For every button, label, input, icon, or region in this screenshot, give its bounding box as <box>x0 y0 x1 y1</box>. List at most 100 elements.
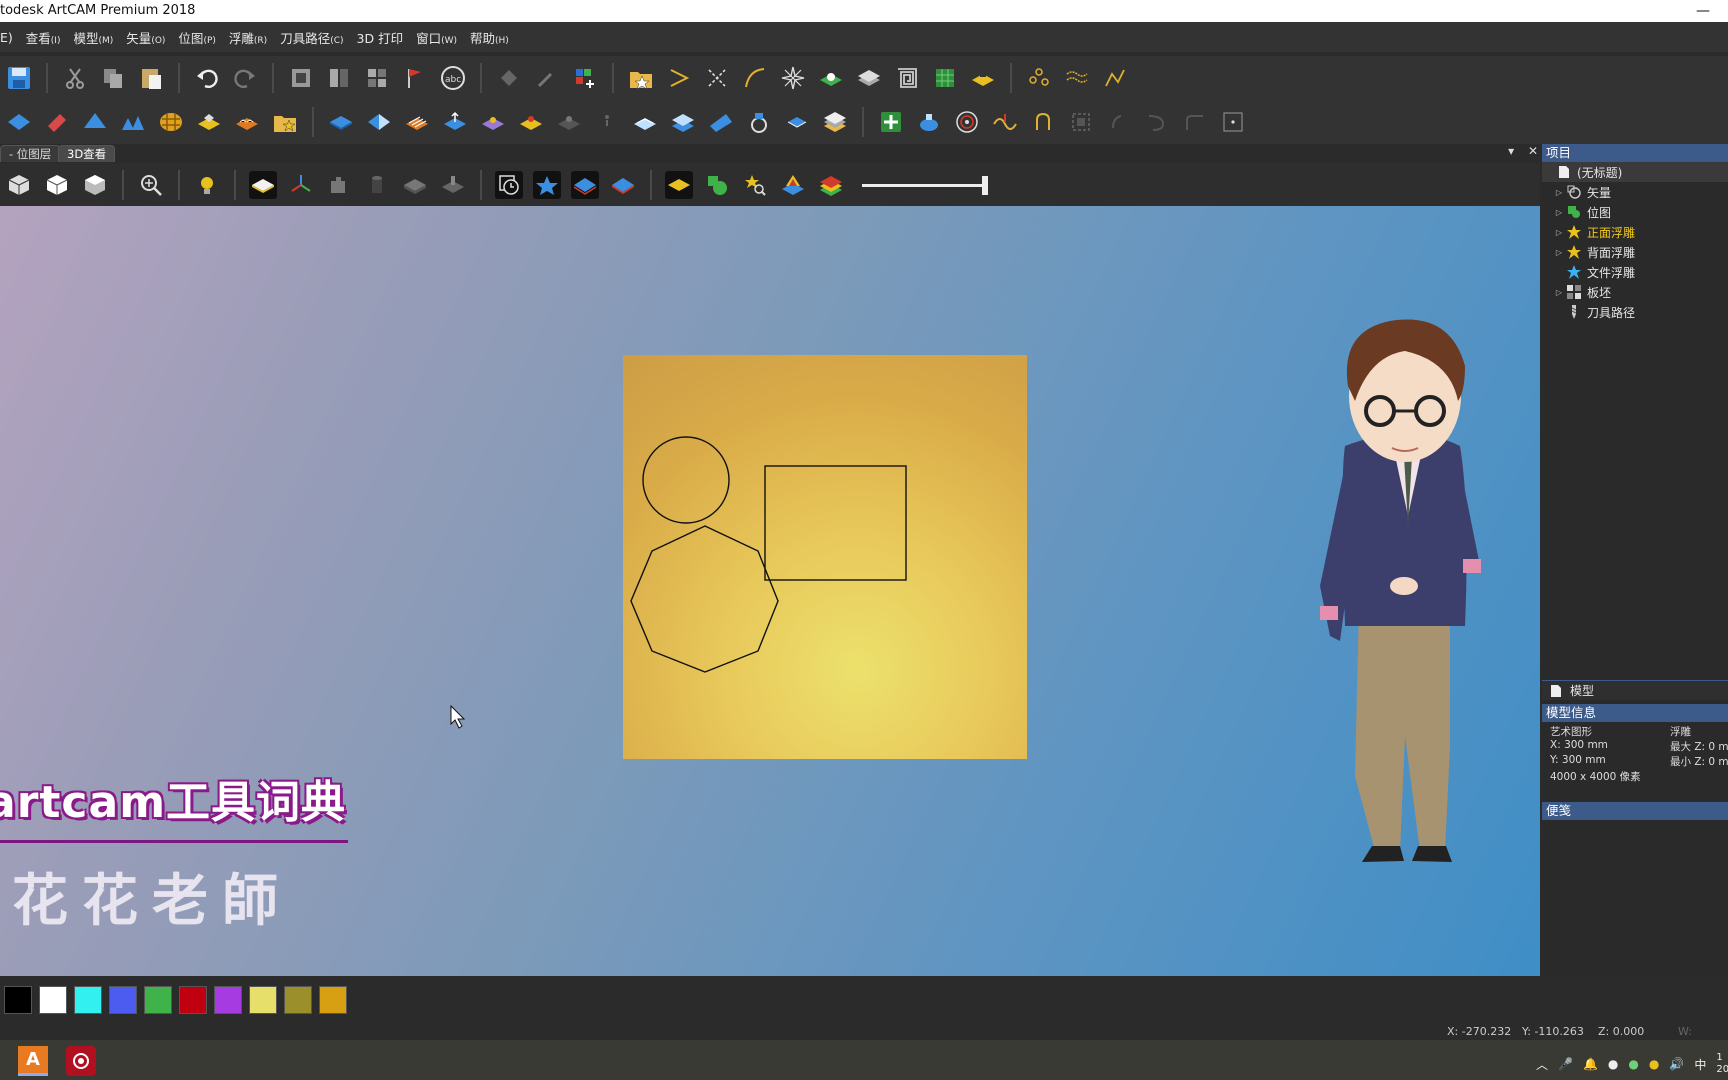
undo-icon[interactable] <box>193 64 221 92</box>
green-shapes-icon[interactable] <box>703 171 731 199</box>
small-marker-icon[interactable] <box>593 108 621 136</box>
chevron-down-icon[interactable]: ▾ <box>1508 144 1514 158</box>
open-star-folder-icon[interactable] <box>627 64 655 92</box>
dashed-square-icon[interactable] <box>1067 108 1095 136</box>
spiral-icon[interactable] <box>893 64 921 92</box>
menu-toolpath[interactable]: 刀具路径(C) <box>280 28 343 47</box>
paste-icon[interactable] <box>137 64 165 92</box>
expand-arrow-icon[interactable]: ▷ <box>1552 288 1566 297</box>
frame-icon[interactable] <box>287 64 315 92</box>
grey-shape-c-icon[interactable] <box>1181 108 1209 136</box>
color-swatch-purple[interactable] <box>214 986 242 1014</box>
tree-item-back-relief[interactable]: ▷ 背面浮雕 <box>1542 242 1728 262</box>
tree-item-untitled[interactable]: (无标题) <box>1542 162 1728 182</box>
tab-bitmap-layers[interactable]: - 位图层 <box>0 145 61 162</box>
purple-plate-icon[interactable] <box>479 108 507 136</box>
color-swatch-red[interactable] <box>179 986 207 1014</box>
axis-icon[interactable] <box>287 171 315 199</box>
slider-thumb[interactable] <box>982 175 988 195</box>
expand-arrow-icon[interactable]: ▷ <box>1552 248 1566 257</box>
curve-icon[interactable] <box>741 64 769 92</box>
yellow-box-icon[interactable] <box>195 108 223 136</box>
flag-icon[interactable] <box>401 64 429 92</box>
add-green-icon[interactable] <box>877 108 905 136</box>
yellow-tray-icon[interactable]: ● <box>1649 1057 1659 1071</box>
tree-item-front-relief[interactable]: ▷ 正面浮雕 <box>1542 222 1728 242</box>
blue-cluster-icon[interactable] <box>119 108 147 136</box>
grey-block-icon[interactable] <box>401 171 429 199</box>
green-tray-icon[interactable]: ● <box>1628 1057 1638 1071</box>
weave-texture-icon[interactable] <box>157 108 185 136</box>
zoom-slider[interactable] <box>862 173 990 197</box>
layers-stack-icon[interactable] <box>821 108 849 136</box>
blue-layer-view-icon[interactable] <box>571 170 599 199</box>
small-plate-icon[interactable] <box>783 108 811 136</box>
green-relief-icon[interactable] <box>817 64 845 92</box>
color-swatch-white[interactable] <box>39 986 67 1014</box>
tilt-plate-icon[interactable] <box>707 108 735 136</box>
eyedropper-icon[interactable] <box>533 64 561 92</box>
trim-icon[interactable] <box>703 64 731 92</box>
star-search-icon[interactable] <box>741 171 769 199</box>
dimension-icon[interactable]: abc <box>439 64 467 92</box>
cut-icon[interactable] <box>61 64 89 92</box>
stack-plate-icon[interactable] <box>669 108 697 136</box>
wave-arrow-icon[interactable] <box>991 108 1019 136</box>
3d-viewport[interactable]: artcam工具词典 花花老師 <box>0 206 1540 976</box>
menu-view[interactable]: 查看(I) <box>26 28 61 47</box>
copy-icon[interactable] <box>99 64 127 92</box>
add-color-icon[interactable] <box>571 64 599 92</box>
menu-edit[interactable]: E) <box>0 30 13 45</box>
recorder-taskbar-icon[interactable] <box>66 1046 96 1076</box>
blue-diamond-icon[interactable] <box>5 108 33 136</box>
front-view-icon[interactable] <box>43 171 71 199</box>
yellow-stamp-icon[interactable] <box>969 64 997 92</box>
node-points-icon[interactable] <box>1025 64 1053 92</box>
wave-lines-icon[interactable] <box>1063 64 1091 92</box>
ime-indicator[interactable]: 中 <box>1694 1056 1706 1073</box>
blue-pot-icon[interactable] <box>915 108 943 136</box>
color-swatch-olive[interactable] <box>284 986 312 1014</box>
orange-block-icon[interactable] <box>233 108 261 136</box>
minimize-button[interactable]: — <box>1696 0 1710 22</box>
microphone-icon[interactable]: 🎤 <box>1558 1057 1573 1071</box>
color-swatch-yellow[interactable] <box>249 986 277 1014</box>
chevron-up-icon[interactable]: ︿ <box>1536 1056 1548 1073</box>
tree-item-vector[interactable]: ▷ 矢量 <box>1542 182 1728 202</box>
star-relief-view-icon[interactable] <box>533 170 561 199</box>
layer-relief-icon[interactable] <box>855 64 883 92</box>
grey-shape-a-icon[interactable] <box>1105 108 1133 136</box>
color-swatch-green[interactable] <box>144 986 172 1014</box>
polyline-icon[interactable] <box>1101 64 1129 92</box>
eraser-icon[interactable] <box>43 108 71 136</box>
cylinder-icon[interactable] <box>363 171 391 199</box>
color-swatch-gold[interactable] <box>319 986 347 1014</box>
app-tray-icon[interactable]: ● <box>1608 1057 1618 1071</box>
save-icon[interactable] <box>5 64 33 92</box>
layer-slice-icon[interactable] <box>631 108 659 136</box>
spin-plate-icon[interactable] <box>745 108 773 136</box>
color-swatch-cyan[interactable] <box>74 986 102 1014</box>
expand-arrow-icon[interactable]: ▷ <box>1552 208 1566 217</box>
render-plane-icon[interactable] <box>249 170 277 199</box>
raise-plate-icon[interactable] <box>441 108 469 136</box>
split-plate-icon[interactable] <box>365 108 393 136</box>
tree-item-toolpaths[interactable]: 刀具路径 <box>1542 302 1728 322</box>
model-row[interactable]: 模型 <box>1542 680 1728 700</box>
light-bulb-icon[interactable] <box>193 171 221 199</box>
gold-plate-view-icon[interactable] <box>665 170 693 199</box>
close-icon[interactable]: ✕ <box>1528 144 1538 158</box>
paint-bucket-icon[interactable] <box>495 64 523 92</box>
red-layer-view-icon[interactable] <box>609 171 637 199</box>
puzzle-icon[interactable] <box>325 171 353 199</box>
color-swatch-black[interactable] <box>4 986 32 1014</box>
spiral-target-icon[interactable] <box>953 108 981 136</box>
machine-icon[interactable] <box>439 171 467 199</box>
clock[interactable]: 1 202 <box>1716 1052 1728 1076</box>
menu-3d-print[interactable]: 3D 打印 <box>357 28 404 47</box>
color-swatch-blue[interactable] <box>109 986 137 1014</box>
star-burst-icon[interactable] <box>779 64 807 92</box>
zoom-icon[interactable] <box>137 171 165 199</box>
red-dot-plate-icon[interactable] <box>517 108 545 136</box>
chevron-vector-icon[interactable] <box>665 64 693 92</box>
